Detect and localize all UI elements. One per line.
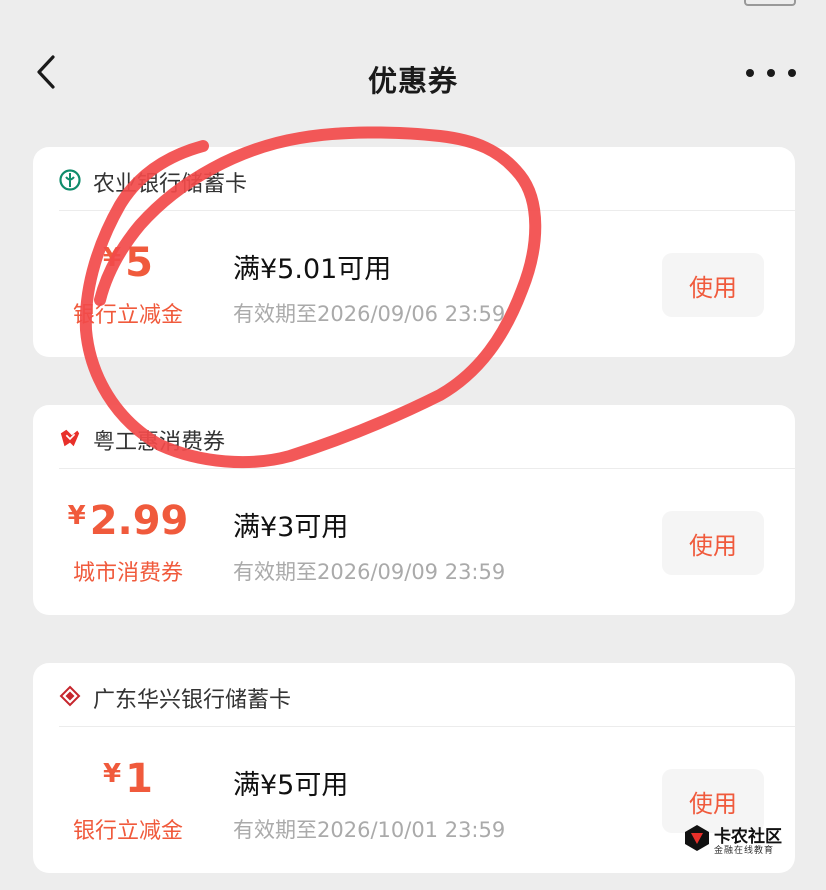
coupon-header: 农业银行储蓄卡 <box>33 147 795 211</box>
coupon-condition: 满¥5可用 <box>233 770 349 801</box>
use-button[interactable]: 使用 <box>662 253 764 317</box>
amount-value: 1 <box>125 756 153 802</box>
coupon-expiry: 有效期至2026/09/06 23:59 <box>233 302 506 326</box>
watermark: 卡农社区 金融在线教育 <box>684 822 784 856</box>
bank-name: 农业银行储蓄卡 <box>93 172 248 197</box>
bank-name: 粤工惠消费券 <box>93 430 226 455</box>
more-dot <box>788 69 796 77</box>
divider <box>59 468 795 469</box>
coupon-header: 广东华兴银行储蓄卡 <box>33 663 795 727</box>
battery-icon <box>744 0 796 6</box>
kanong-logo-icon <box>685 825 709 851</box>
more-dots-icon <box>746 69 754 77</box>
use-button[interactable]: 使用 <box>662 511 764 575</box>
currency-symbol: ¥ <box>103 759 122 789</box>
coupon-condition: 满¥3可用 <box>233 512 349 543</box>
coupon-expiry: 有效期至2026/10/01 23:59 <box>233 818 506 842</box>
amount-value: 2.99 <box>89 498 189 544</box>
coupon-card: 广东华兴银行储蓄卡 ¥1 银行立减金 满¥5可用 有效期至2026/10/01 … <box>33 663 795 873</box>
coupon-amount: ¥2.99 <box>33 498 223 544</box>
coupon-amount: ¥5 <box>33 240 223 286</box>
amount-value: 5 <box>125 240 153 286</box>
divider <box>59 726 795 727</box>
watermark-subtitle: 金融在线教育 <box>714 846 775 856</box>
coupon-type: 城市消费券 <box>72 561 183 586</box>
coupon-header: 粤工惠消费券 <box>33 405 795 469</box>
coupon-amount: ¥1 <box>33 756 223 802</box>
coupon-type: 银行立减金 <box>72 303 183 328</box>
coupon-card: 农业银行储蓄卡 ¥5 银行立减金 满¥5.01可用 有效期至2026/09/06… <box>33 147 795 357</box>
coupon-type: 银行立减金 <box>72 819 183 844</box>
abc-bank-logo-icon <box>59 169 81 191</box>
divider <box>59 210 795 211</box>
coupon-expiry: 有效期至2026/09/09 23:59 <box>233 560 506 584</box>
coupon-card: 粤工惠消费券 ¥2.99 城市消费券 满¥3可用 有效期至2026/09/09 … <box>33 405 795 615</box>
more-dot <box>767 69 775 77</box>
coupon-condition: 满¥5.01可用 <box>233 254 392 285</box>
page-title: 优惠券 <box>367 64 458 98</box>
bank-name: 广东华兴银行储蓄卡 <box>93 688 292 713</box>
nav-bar: 优惠券 <box>0 40 826 120</box>
currency-symbol: ¥ <box>103 243 122 273</box>
yuegonghui-logo-icon <box>59 427 81 449</box>
status-bar <box>0 0 826 10</box>
huaxing-bank-logo-icon <box>59 685 81 707</box>
more-options-button[interactable] <box>746 58 796 88</box>
currency-symbol: ¥ <box>67 501 86 531</box>
